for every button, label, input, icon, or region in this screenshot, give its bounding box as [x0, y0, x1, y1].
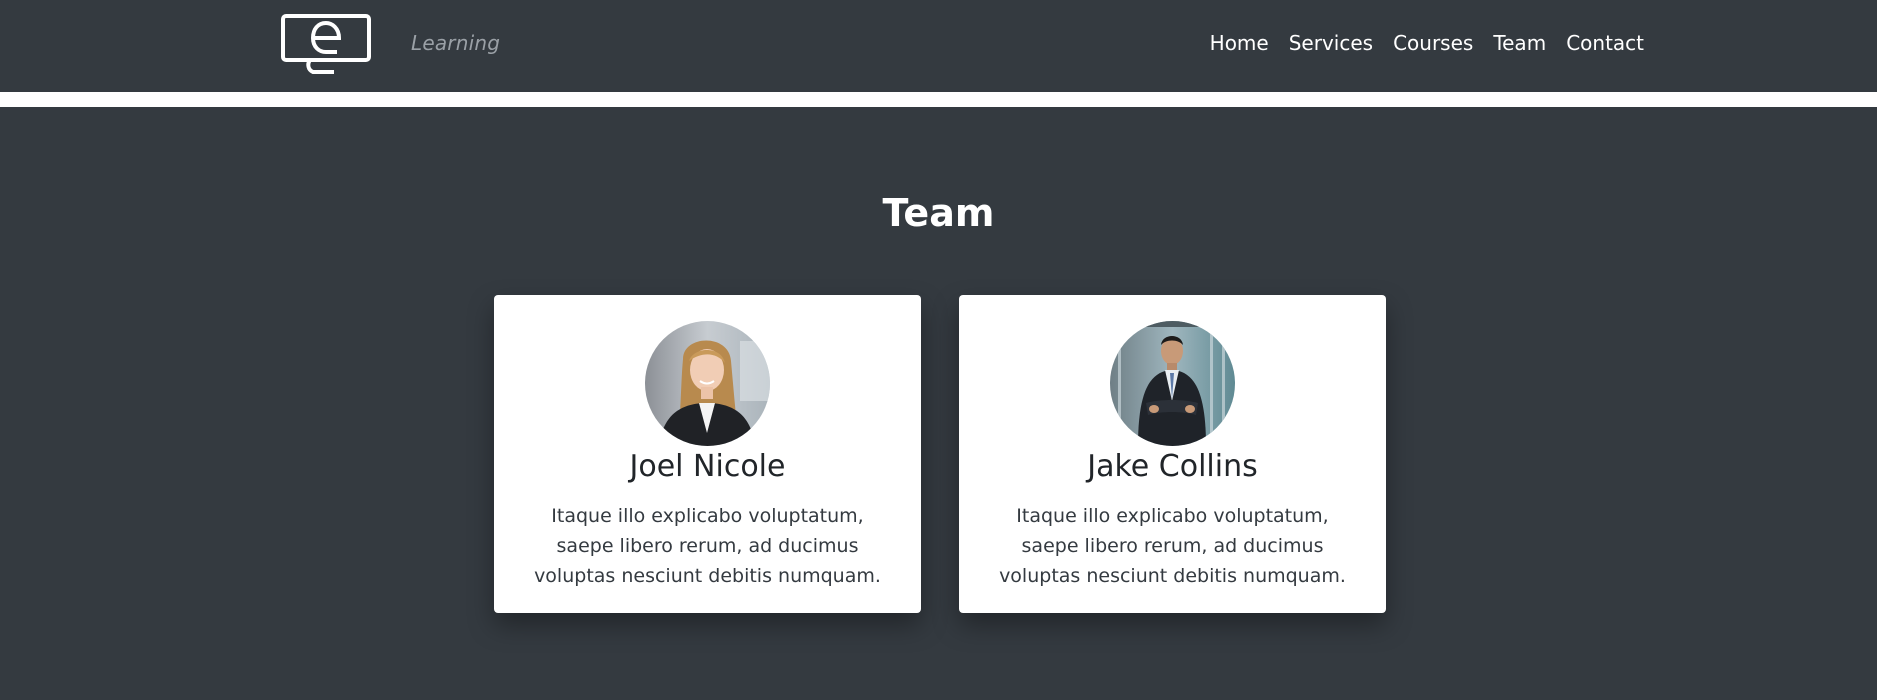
team-card: Jake Collins Itaque illo explicabo volup…: [959, 295, 1386, 613]
member-bio: Itaque illo explicabo voluptatum, saepe …: [534, 505, 881, 587]
brand-tagline: Learning: [411, 31, 501, 55]
member-name: Jake Collins: [1087, 449, 1258, 484]
navbar: Learning Home Services Courses Team Cont…: [0, 0, 1877, 92]
monitor-e-logo-icon[interactable]: [280, 13, 372, 77]
header-divider: [0, 92, 1877, 107]
team-card: Joel Nicole Itaque illo explicabo volupt…: [494, 295, 921, 613]
avatar: [1110, 321, 1235, 446]
nav-courses[interactable]: Courses: [1393, 31, 1473, 55]
team-cards: Joel Nicole Itaque illo explicabo volupt…: [494, 295, 1386, 613]
main-nav: Home Services Courses Team Contact: [1210, 31, 1644, 55]
member-name: Joel Nicole: [629, 449, 786, 484]
nav-home[interactable]: Home: [1210, 31, 1269, 55]
nav-team[interactable]: Team: [1493, 31, 1546, 55]
nav-contact[interactable]: Contact: [1566, 31, 1644, 55]
nav-services[interactable]: Services: [1289, 31, 1373, 55]
team-section: Team Joel Nicole Itaque illo explicabo v…: [0, 107, 1877, 700]
team-title: Team: [882, 191, 995, 235]
avatar: [645, 321, 770, 446]
member-bio: Itaque illo explicabo voluptatum, saepe …: [999, 505, 1346, 587]
